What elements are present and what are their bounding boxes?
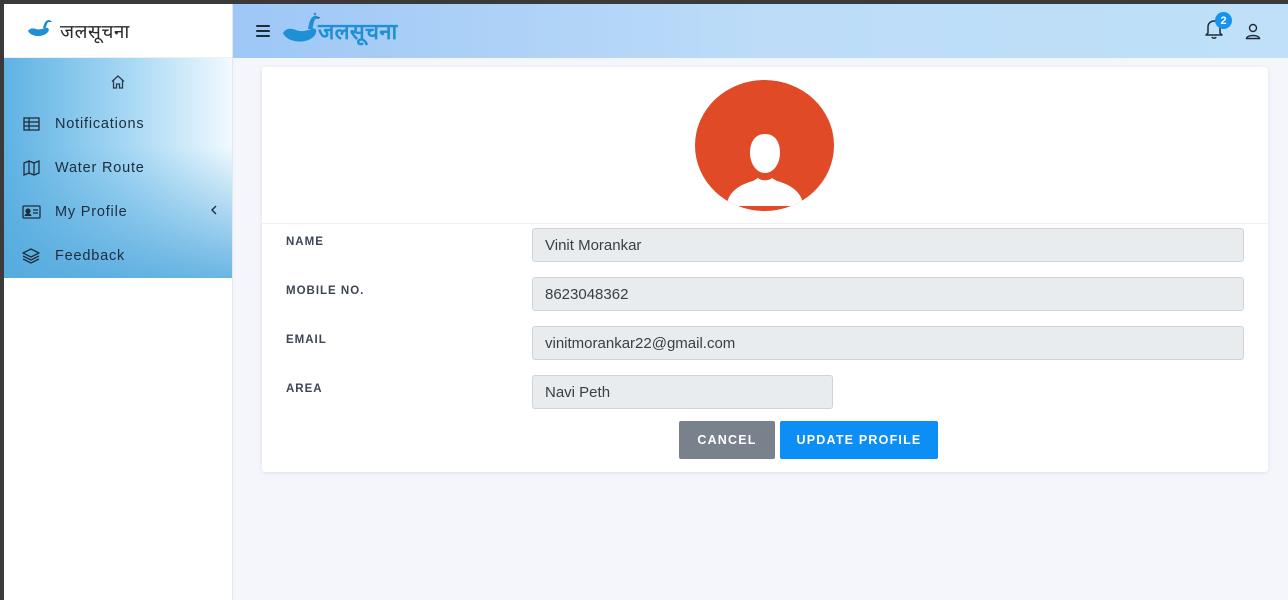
- area-row: AREA Navi Peth: [262, 375, 1268, 409]
- avatar-section: [262, 67, 1268, 224]
- mobile-row: MOBILE NO. 8623048362: [262, 277, 1268, 311]
- app-window: जलसूचना Notifications Water Route My Pro…: [4, 4, 1288, 600]
- table-icon: [21, 115, 41, 133]
- chevron-left-icon: [210, 204, 218, 220]
- profile-card: NAME Vinit Morankar MOBILE NO. 862304836…: [262, 67, 1268, 472]
- cancel-button[interactable]: CANCEL: [679, 421, 775, 459]
- name-row: NAME Vinit Morankar: [262, 228, 1268, 262]
- sidebar-item-feedback[interactable]: Feedback: [4, 234, 232, 278]
- area-field[interactable]: Navi Peth: [532, 375, 833, 409]
- sidebar-item-notifications[interactable]: Notifications: [4, 102, 232, 146]
- layers-icon: [21, 247, 41, 265]
- id-card-icon: [21, 203, 41, 221]
- mobile-label: MOBILE NO.: [286, 285, 365, 297]
- area-label: AREA: [286, 383, 323, 395]
- sidebar-home[interactable]: [4, 66, 232, 102]
- brand[interactable]: जलसूचना: [4, 4, 232, 58]
- home-icon: [110, 74, 126, 95]
- header-logo[interactable]: जलसूचना: [282, 12, 398, 51]
- sidebar-menu: Notifications Water Route My Profile Fee…: [4, 58, 232, 278]
- map-icon: [21, 159, 41, 177]
- email-row: EMAIL vinitmorankar22@gmail.com: [262, 326, 1268, 360]
- email-field[interactable]: vinitmorankar22@gmail.com: [532, 326, 1244, 360]
- header-logo-text: जलसूचना: [318, 20, 398, 45]
- user-icon[interactable]: [1244, 22, 1262, 45]
- notification-count-badge[interactable]: 2: [1215, 12, 1232, 29]
- swan-logo-icon: [26, 18, 52, 43]
- sidebar-item-my-profile[interactable]: My Profile: [4, 190, 232, 234]
- user-silhouette-icon: [725, 126, 805, 211]
- swan-logo-icon: [282, 12, 322, 51]
- name-label: NAME: [286, 236, 324, 248]
- brand-name: जलसूचना: [60, 20, 130, 43]
- sidebar-item-label: Water Route: [55, 160, 145, 176]
- hamburger-menu-icon[interactable]: [256, 25, 270, 37]
- top-header: जलसूचना 2: [233, 4, 1288, 58]
- sidebar-item-label: Notifications: [55, 116, 145, 132]
- update-profile-button[interactable]: UPDATE PROFILE: [780, 421, 938, 459]
- sidebar: जलसूचना Notifications Water Route My Pro…: [4, 4, 233, 600]
- name-field[interactable]: Vinit Morankar: [532, 228, 1244, 262]
- mobile-field[interactable]: 8623048362: [532, 277, 1244, 311]
- avatar: [695, 80, 834, 211]
- sidebar-item-water-route[interactable]: Water Route: [4, 146, 232, 190]
- sidebar-item-label: Feedback: [55, 248, 126, 264]
- email-label: EMAIL: [286, 334, 327, 346]
- sidebar-item-label: My Profile: [55, 204, 128, 220]
